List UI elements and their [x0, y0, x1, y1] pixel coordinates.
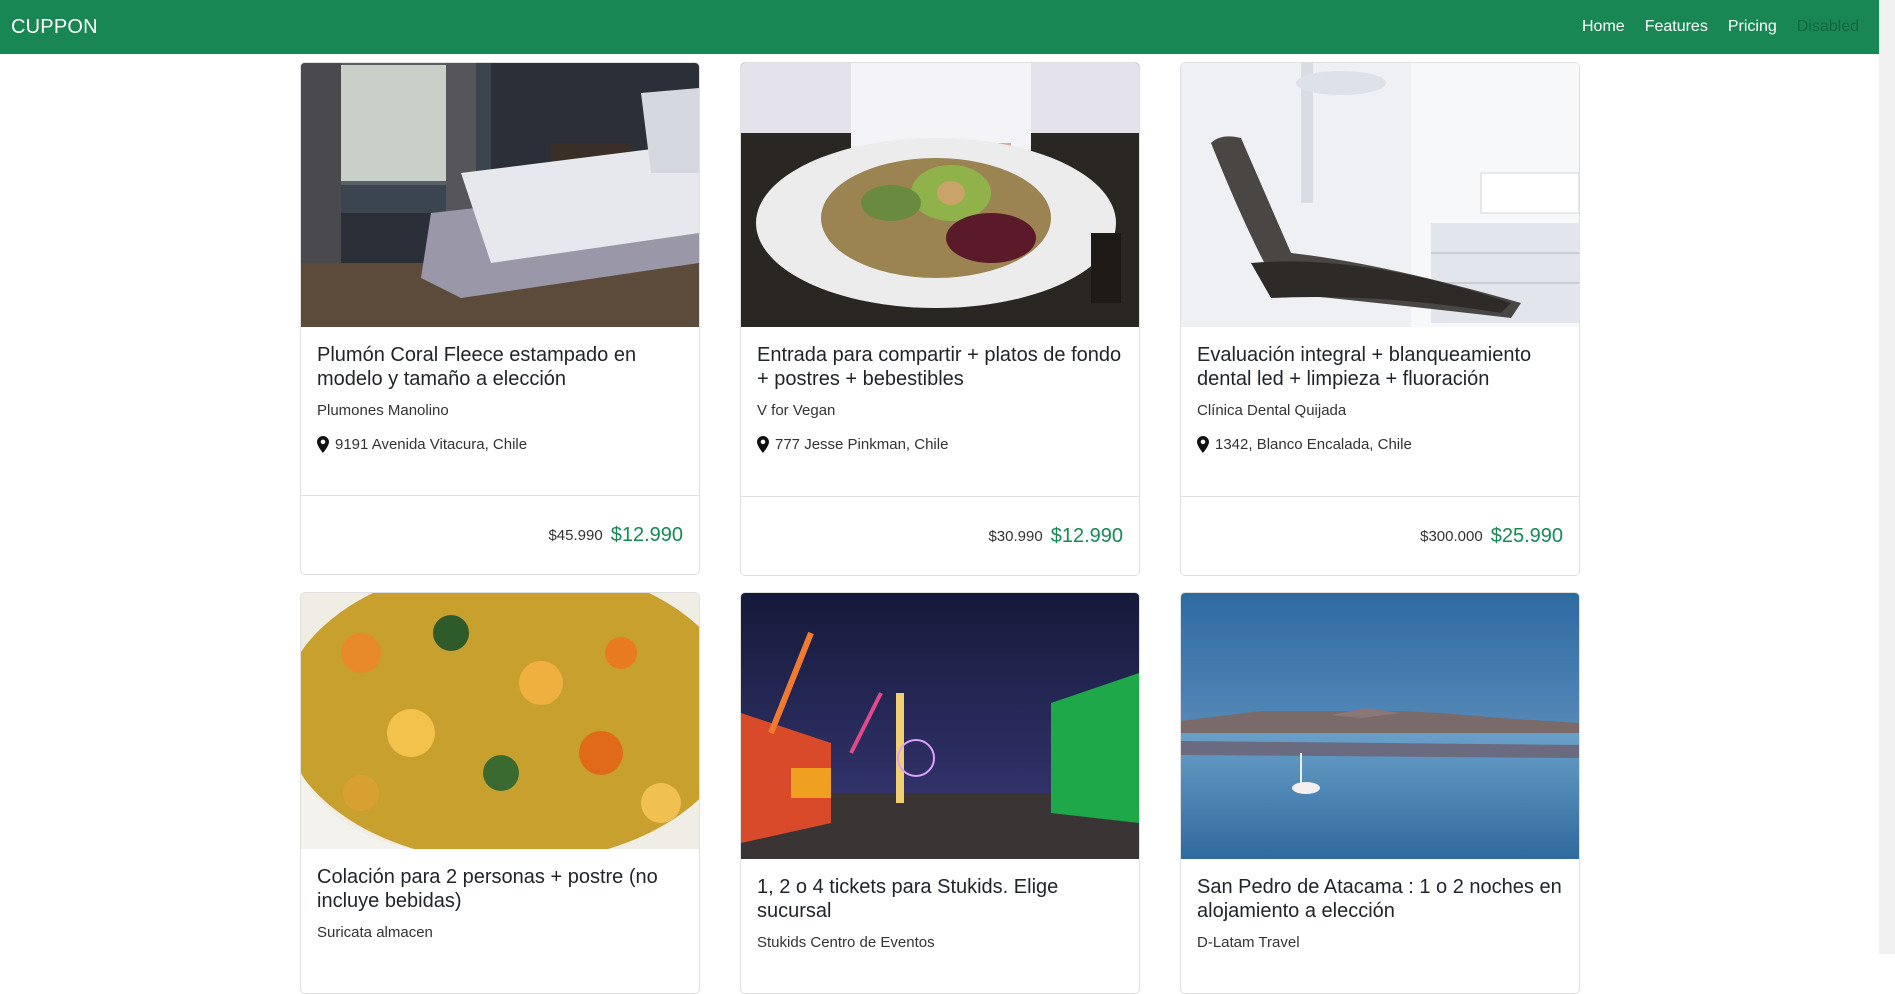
deal-location: 9191 Avenida Vitacura, Chile	[317, 436, 683, 453]
deal-title[interactable]: Evaluación integral + blanqueamiento den…	[1197, 343, 1563, 391]
deal-title[interactable]: 1, 2 o 4 tickets para Stukids. Elige suc…	[757, 875, 1123, 923]
deal-card[interactable]: Evaluación integral + blanqueamiento den…	[1180, 62, 1580, 576]
brand-logo[interactable]: CUPPON	[11, 16, 98, 39]
old-price: $30.990	[988, 527, 1043, 545]
deal-card[interactable]: Entrada para compartir + platos de fondo…	[740, 62, 1140, 576]
deal-location: 1342, Blanco Encalada, Chile	[1197, 436, 1563, 453]
nav-features[interactable]: Features	[1645, 18, 1708, 36]
new-price: $12.990	[610, 523, 683, 546]
old-price: $45.990	[548, 526, 603, 544]
navbar: CUPPON Home Features Pricing Disabled	[0, 0, 1879, 54]
nav-home[interactable]: Home	[1582, 18, 1625, 36]
deal-merchant: V for Vegan	[757, 402, 836, 419]
deal-merchant: D-Latam Travel	[1197, 934, 1300, 951]
deal-image-dental[interactable]	[1181, 63, 1579, 327]
deal-card[interactable]: Colación para 2 personas + postre (no in…	[300, 592, 700, 994]
deal-location-text: 1342, Blanco Encalada, Chile	[1215, 436, 1412, 453]
deal-price-footer: $45.990 $12.990	[301, 495, 699, 574]
deal-image-bedroom[interactable]	[301, 63, 699, 327]
deal-title[interactable]: Colación para 2 personas + postre (no in…	[317, 865, 683, 913]
deal-merchant: Clínica Dental Quijada	[1197, 402, 1347, 419]
nav-links: Home Features Pricing Disabled	[1582, 0, 1859, 54]
deal-merchant: Plumones Manolino	[317, 402, 449, 419]
deal-card[interactable]: 1, 2 o 4 tickets para Stukids. Elige suc…	[740, 592, 1140, 994]
nav-disabled: Disabled	[1796, 18, 1859, 35]
deal-image-fair[interactable]	[741, 593, 1139, 859]
new-price: $12.990	[1050, 524, 1123, 547]
new-price: $25.990	[1490, 524, 1563, 547]
deal-merchant: Stukids Centro de Eventos	[757, 934, 935, 951]
deal-title[interactable]: Plumón Coral Fleece estampado en modelo …	[317, 343, 683, 391]
map-marker-icon	[1197, 436, 1209, 453]
deal-merchant: Suricata almacen	[317, 924, 433, 941]
deal-title[interactable]: San Pedro de Atacama : 1 o 2 noches en a…	[1197, 875, 1563, 923]
map-marker-icon	[317, 436, 329, 453]
deal-image-salad[interactable]	[741, 63, 1139, 327]
deal-card[interactable]: San Pedro de Atacama : 1 o 2 noches en a…	[1180, 592, 1580, 994]
deal-price-footer: $30.990 $12.990	[741, 496, 1139, 575]
deal-location-text: 9191 Avenida Vitacura, Chile	[335, 436, 528, 453]
old-price: $300.000	[1420, 527, 1483, 545]
deal-price-footer: $300.000 $25.990	[1181, 496, 1579, 575]
deal-title[interactable]: Entrada para compartir + platos de fondo…	[757, 343, 1123, 391]
nav-pricing[interactable]: Pricing	[1728, 18, 1777, 36]
deal-location-text: 777 Jesse Pinkman, Chile	[775, 436, 949, 453]
deal-image-atacama[interactable]	[1181, 593, 1579, 859]
deal-location: 777 Jesse Pinkman, Chile	[757, 436, 1123, 453]
deal-card[interactable]: Plumón Coral Fleece estampado en modelo …	[300, 62, 700, 575]
deal-image-food[interactable]	[301, 593, 699, 849]
scrollbar[interactable]	[1879, 0, 1895, 954]
map-marker-icon	[757, 436, 769, 453]
